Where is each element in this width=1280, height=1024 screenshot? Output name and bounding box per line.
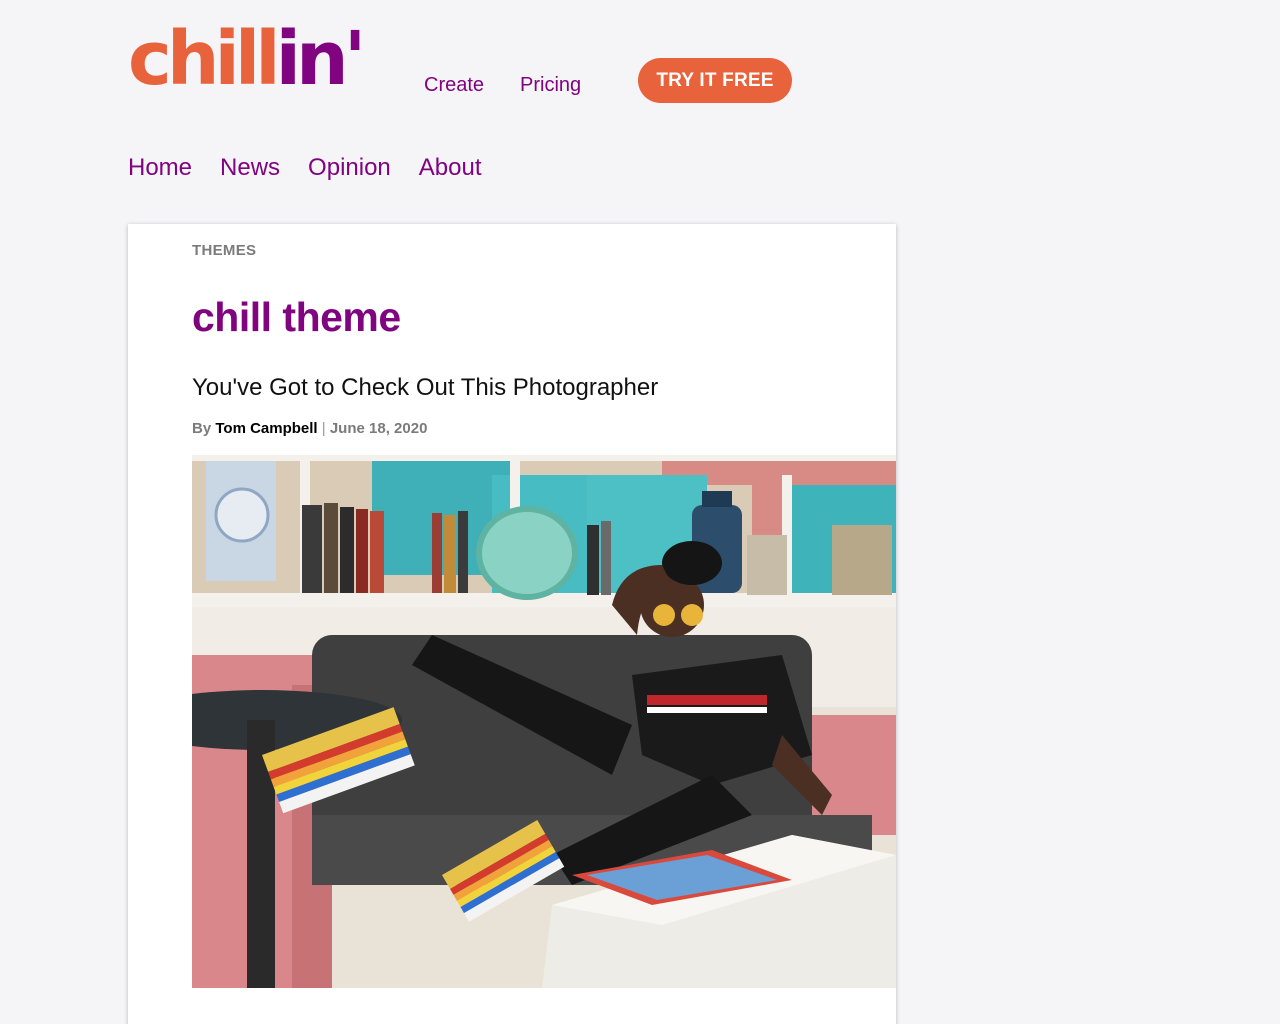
- page-title: chill theme: [192, 294, 401, 340]
- article-byline: By Tom Campbell | June 18, 2020: [192, 420, 427, 437]
- site-logo[interactable]: chillin': [128, 22, 366, 96]
- featured-photo-graphic: [192, 455, 896, 988]
- nav-about[interactable]: About: [419, 154, 482, 182]
- byline-separator: |: [321, 420, 326, 437]
- main-nav: Home News Opinion About: [128, 154, 482, 182]
- nav-news[interactable]: News: [220, 154, 280, 182]
- nav-home[interactable]: Home: [128, 154, 192, 182]
- logo-text-chill: chill: [128, 16, 281, 102]
- try-it-free-button[interactable]: TRY IT FREE: [638, 58, 792, 103]
- article-headline[interactable]: You've Got to Check Out This Photographe…: [192, 374, 658, 402]
- featured-image[interactable]: [192, 455, 896, 988]
- page: chillin' Create Pricing TRY IT FREE Home…: [0, 0, 1280, 1024]
- article-card: THEMES chill theme You've Got to Check O…: [128, 224, 896, 1024]
- author-link[interactable]: Tom Campbell: [215, 420, 317, 437]
- nav-pricing-link[interactable]: Pricing: [520, 74, 581, 97]
- nav-create-link[interactable]: Create: [424, 74, 484, 97]
- article-category[interactable]: THEMES: [192, 242, 256, 259]
- article-date: June 18, 2020: [329, 420, 428, 437]
- nav-opinion[interactable]: Opinion: [308, 154, 391, 182]
- byline-prefix: By: [192, 420, 212, 437]
- logo-text-in: in': [275, 16, 367, 102]
